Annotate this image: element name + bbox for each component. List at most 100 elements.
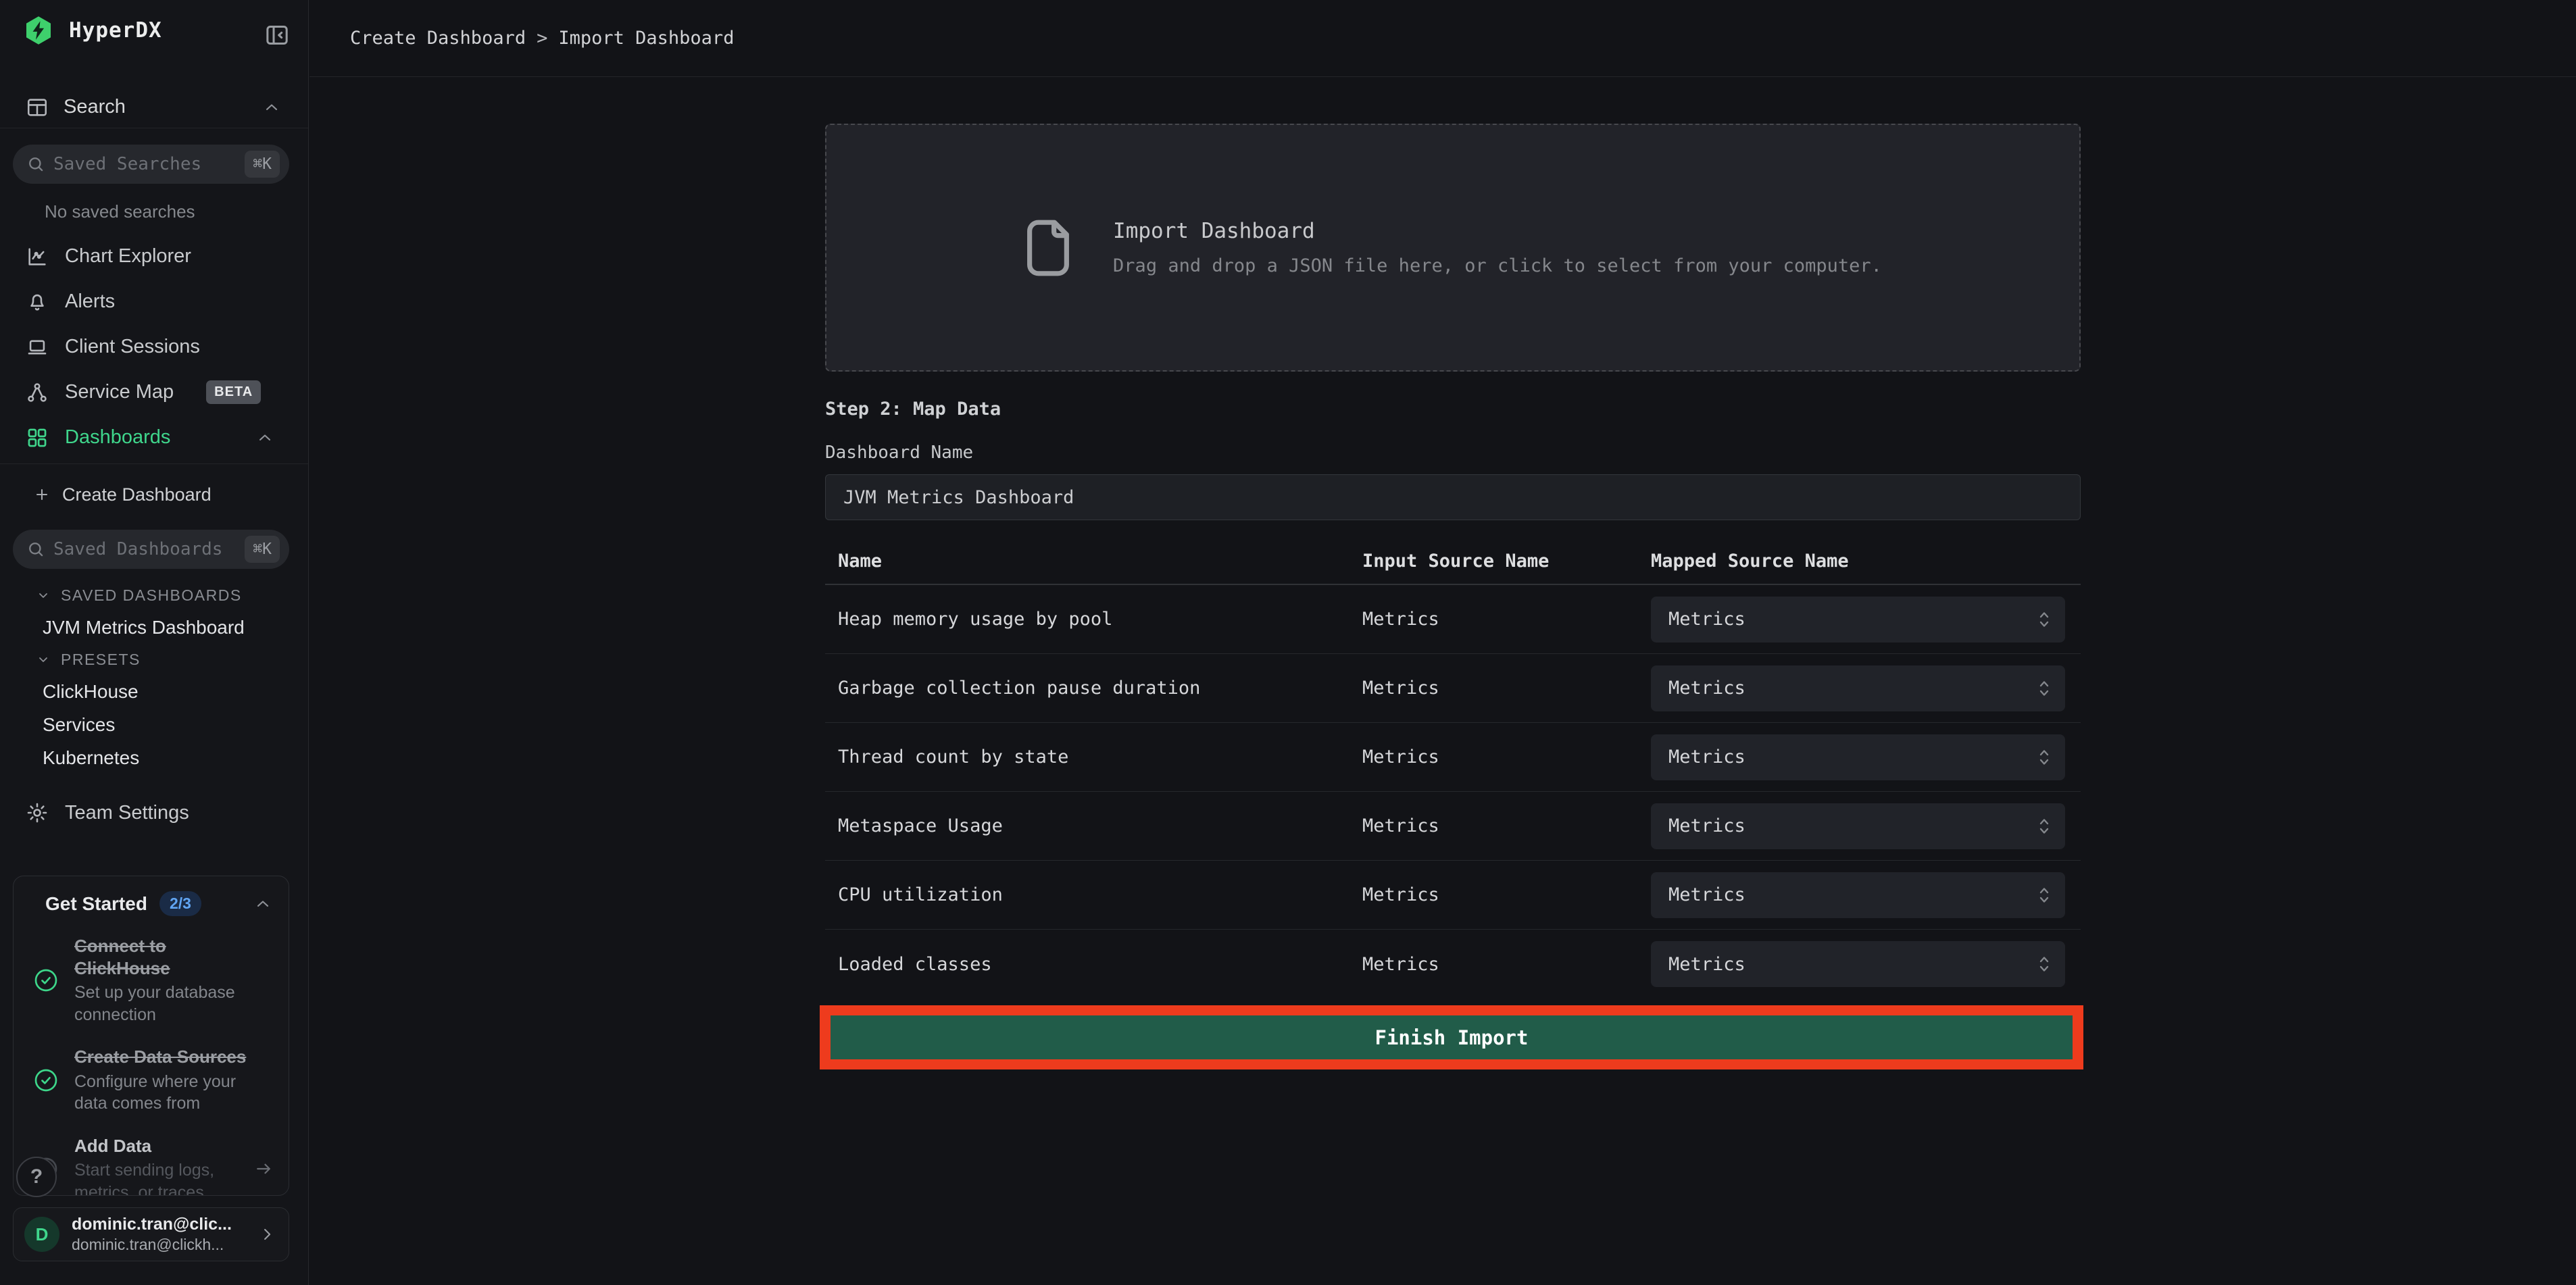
user-name: dominic.tran@clic... <box>72 1215 245 1234</box>
saved-dashboards-section-header[interactable]: SAVED DASHBOARDS <box>0 580 308 611</box>
chevron-up-icon <box>262 98 281 117</box>
preset-item-label: ClickHouse <box>43 681 139 703</box>
saved-searches-search[interactable]: ⌘K <box>13 145 289 184</box>
chevron-up-icon <box>253 895 272 913</box>
no-saved-searches-text: No saved searches <box>45 201 195 222</box>
mapped-source-select[interactable]: Metrics <box>1651 803 2065 849</box>
sidebar-collapse-icon[interactable] <box>262 20 292 50</box>
sidebar-item-client-sessions[interactable]: Client Sessions <box>0 324 308 370</box>
sidebar-item-label: Service Map <box>65 381 174 403</box>
preset-item-services[interactable]: Services <box>0 708 308 741</box>
sidebar-item-alerts[interactable]: Alerts <box>0 279 308 324</box>
table-row: Heap memory usage by pool Metrics Metric… <box>825 585 2081 654</box>
get-started-header[interactable]: Get Started 2/3 <box>14 876 289 923</box>
help-button[interactable]: ? <box>16 1157 57 1197</box>
progress-badge: 2/3 <box>159 891 201 916</box>
task-desc: Start sending logs, metrics, or traces <box>74 1159 239 1196</box>
sidebar-item-team-settings[interactable]: Team Settings <box>0 792 308 834</box>
row-input-source: Metrics <box>1362 678 1651 699</box>
mapped-source-select[interactable]: Metrics <box>1651 734 2065 780</box>
dashboard-item-label: JVM Metrics Dashboard <box>43 617 245 638</box>
dashboard-name-input[interactable] <box>825 474 2081 520</box>
row-name: Thread count by state <box>825 747 1362 767</box>
dashboards-submenu: Create Dashboard ⌘K SAVED DASHBOARDS JVM… <box>0 473 308 774</box>
sidebar-item-service-map[interactable]: Service Map BETA <box>0 370 308 415</box>
sidebar-item-label: Alerts <box>65 291 115 313</box>
search-section-label: Search <box>64 96 126 118</box>
bell-icon <box>26 291 49 313</box>
finish-import-button[interactable]: Finish Import <box>831 1015 2073 1059</box>
sidebar-section-search[interactable]: Search <box>0 86 308 128</box>
task-add-data[interactable]: Add Data Start sending logs, metrics, or… <box>32 1135 274 1196</box>
select-chevrons-icon <box>2038 954 2050 974</box>
import-dropzone[interactable]: Import Dashboard Drag and drop a JSON fi… <box>825 124 2081 372</box>
get-started-tasks: Connect to ClickHouse Set up your databa… <box>14 923 289 1196</box>
sidebar-item-label: Dashboards <box>65 426 170 449</box>
check-circle-icon <box>32 967 59 994</box>
select-value: Metrics <box>1668 747 1745 767</box>
breadcrumb-create-dashboard[interactable]: Create Dashboard <box>350 28 526 49</box>
table-header: Name Input Source Name Mapped Source Nam… <box>825 538 2081 585</box>
get-started-title: Get Started <box>45 893 147 915</box>
shortcut-badge: ⌘K <box>245 536 280 563</box>
table-row: Thread count by state Metrics Metrics <box>825 723 2081 792</box>
task-create-data-sources[interactable]: Create Data Sources Configure where your… <box>32 1046 274 1115</box>
select-value: Metrics <box>1668 954 1745 975</box>
select-chevrons-icon <box>2038 747 2050 767</box>
table-icon <box>26 96 49 119</box>
sidebar: HyperDX Search ⌘K No saved searches <box>0 0 309 1285</box>
preset-item-clickhouse[interactable]: ClickHouse <box>0 675 308 708</box>
shortcut-badge: ⌘K <box>245 151 280 178</box>
logo: HyperDX <box>23 15 162 46</box>
column-header-input-source: Input Source Name <box>1362 551 1651 572</box>
table-row: CPU utilization Metrics Metrics <box>825 861 2081 930</box>
row-input-source: Metrics <box>1362 609 1651 630</box>
team-settings-label: Team Settings <box>65 802 189 824</box>
sidebar-item-label: Chart Explorer <box>65 245 191 268</box>
top-bar: Create Dashboard>Import Dashboard <box>309 0 2576 77</box>
task-connect-clickhouse[interactable]: Connect to ClickHouse Set up your databa… <box>32 935 274 1026</box>
preset-item-kubernetes[interactable]: Kubernetes <box>0 741 308 774</box>
create-dashboard-label: Create Dashboard <box>62 484 212 505</box>
row-name: Garbage collection pause duration <box>825 678 1362 699</box>
select-value: Metrics <box>1668 609 1745 630</box>
chevron-up-icon <box>255 428 274 447</box>
section-header-label: PRESETS <box>61 651 141 669</box>
mapped-source-select[interactable]: Metrics <box>1651 872 2065 918</box>
row-name: Metaspace Usage <box>825 815 1362 836</box>
select-chevrons-icon <box>2038 816 2050 836</box>
user-email: dominic.tran@clickh... <box>72 1236 245 1254</box>
row-name: Heap memory usage by pool <box>825 609 1362 630</box>
presets-section-header[interactable]: PRESETS <box>0 644 308 675</box>
preset-item-label: Kubernetes <box>43 747 139 769</box>
beta-badge: BETA <box>206 380 261 404</box>
breadcrumb: Create Dashboard>Import Dashboard <box>350 28 734 49</box>
saved-dashboards-input[interactable] <box>53 539 237 559</box>
select-chevrons-icon <box>2038 678 2050 699</box>
mapped-source-select[interactable]: Metrics <box>1651 665 2065 711</box>
mapped-source-select[interactable]: Metrics <box>1651 941 2065 987</box>
user-menu[interactable]: D dominic.tran@clic... dominic.tran@clic… <box>13 1207 289 1261</box>
dashboard-name-label: Dashboard Name <box>825 443 973 463</box>
saved-searches-input[interactable] <box>53 154 237 174</box>
get-started-card: Get Started 2/3 Connect to ClickHouse Se… <box>13 876 289 1196</box>
row-name: CPU utilization <box>825 884 1362 905</box>
step-label: Step 2: Map Data <box>825 399 1001 420</box>
laptop-icon <box>26 336 49 359</box>
create-dashboard-button[interactable]: Create Dashboard <box>0 473 308 516</box>
sidebar-item-dashboards[interactable]: Dashboards <box>0 415 308 460</box>
task-title: Create Data Sources <box>74 1046 255 1068</box>
column-header-mapped-source: Mapped Source Name <box>1651 551 2081 572</box>
sidebar-item-chart-explorer[interactable]: Chart Explorer <box>0 234 308 279</box>
mapping-table: Name Input Source Name Mapped Source Nam… <box>825 538 2081 999</box>
chevron-down-icon <box>35 651 51 667</box>
table-row: Garbage collection pause duration Metric… <box>825 654 2081 723</box>
dropzone-title: Import Dashboard <box>1113 219 1882 243</box>
mapped-source-select[interactable]: Metrics <box>1651 597 2065 642</box>
task-desc: Configure where your data comes from <box>74 1071 255 1115</box>
saved-dashboards-search[interactable]: ⌘K <box>13 530 289 569</box>
sidebar-item-label: Client Sessions <box>65 336 200 358</box>
preset-item-label: Services <box>43 714 115 736</box>
dashboard-item-jvm-metrics[interactable]: JVM Metrics Dashboard <box>0 611 308 644</box>
select-chevrons-icon <box>2038 885 2050 905</box>
